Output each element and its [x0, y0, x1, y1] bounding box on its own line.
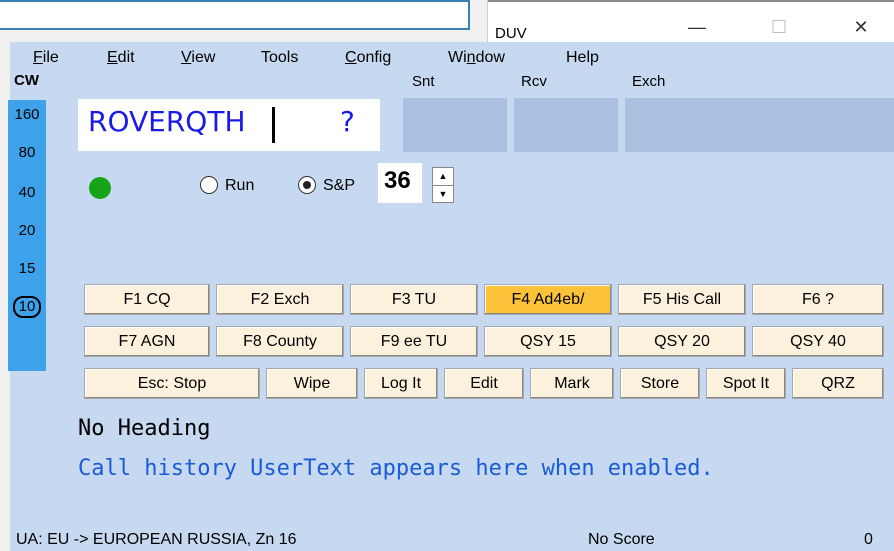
- minimize-button[interactable]: —: [674, 14, 720, 40]
- status-country: UA: EU -> EUROPEAN RUSSIA, Zn 16: [16, 531, 297, 548]
- close-button[interactable]: ✕: [838, 14, 884, 40]
- background-window: [0, 0, 487, 42]
- band-80[interactable]: 80: [8, 144, 46, 161]
- f8-button[interactable]: F8 County: [216, 326, 344, 357]
- f7-button[interactable]: F7 AGN: [84, 326, 210, 357]
- callsign-status-flag: ?: [340, 105, 355, 138]
- store-button[interactable]: Store: [620, 368, 700, 399]
- snt-label: Snt: [412, 73, 435, 90]
- text-caret: [272, 107, 275, 143]
- menu-bar: File Edit View Tools Config Window Help: [10, 42, 894, 72]
- sp-radio[interactable]: [298, 176, 316, 194]
- status-led-icon: [89, 177, 111, 199]
- run-label: Run: [225, 177, 255, 194]
- title-bar-top-edge: [488, 0, 894, 2]
- exch-field[interactable]: [625, 98, 894, 152]
- menu-file[interactable]: File: [33, 49, 59, 67]
- f6-button[interactable]: F6 ?: [752, 284, 884, 315]
- background-input-field[interactable]: [0, 0, 470, 30]
- spot-it-button[interactable]: Spot It: [706, 368, 786, 399]
- menu-window[interactable]: Window: [448, 49, 505, 67]
- mark-button[interactable]: Mark: [530, 368, 614, 399]
- callsign-value: ROVERQTH: [88, 105, 246, 138]
- menu-edit[interactable]: Edit: [107, 49, 135, 67]
- speed-spinner[interactable]: ▲ ▼: [432, 167, 454, 203]
- cw-speed-value: 36: [384, 167, 411, 194]
- band-15[interactable]: 15: [8, 260, 46, 277]
- qsy20-button[interactable]: QSY 20: [618, 326, 746, 357]
- menu-tools[interactable]: Tools: [261, 49, 298, 67]
- spin-down-icon[interactable]: ▼: [433, 186, 453, 203]
- exch-label: Exch: [632, 73, 666, 90]
- run-radio[interactable]: [200, 176, 218, 194]
- rcv-field[interactable]: [514, 98, 618, 152]
- esc-stop-button[interactable]: Esc: Stop: [84, 368, 260, 399]
- edit-button[interactable]: Edit: [444, 368, 524, 399]
- f3-button[interactable]: F3 TU: [350, 284, 478, 315]
- qrz-button[interactable]: QRZ: [792, 368, 884, 399]
- window-title: DUV: [495, 25, 527, 42]
- qsy15-button[interactable]: QSY 15: [484, 326, 612, 357]
- f9-button[interactable]: F9 ee TU: [350, 326, 478, 357]
- call-history-usertext: Call history UserText appears here when …: [78, 456, 714, 481]
- menu-view[interactable]: View: [181, 49, 215, 67]
- rcv-label: Rcv: [521, 73, 547, 90]
- log-it-button[interactable]: Log It: [364, 368, 438, 399]
- menu-config[interactable]: Config: [345, 49, 391, 67]
- heading-readout: No Heading: [78, 416, 211, 441]
- status-score: No Score: [588, 531, 655, 548]
- menu-help[interactable]: Help: [566, 49, 599, 67]
- qsy40-button[interactable]: QSY 40: [752, 326, 884, 357]
- maximize-button[interactable]: ☐: [756, 14, 802, 40]
- band-20[interactable]: 20: [8, 222, 46, 239]
- f2-button[interactable]: F2 Exch: [216, 284, 344, 315]
- f5-button[interactable]: F5 His Call: [618, 284, 746, 315]
- band-160[interactable]: 160: [8, 106, 46, 123]
- f4-button[interactable]: F4 Ad4eb/: [484, 284, 612, 315]
- sp-label: S&P: [323, 177, 356, 194]
- status-count: 0: [864, 531, 873, 548]
- spin-up-icon[interactable]: ▲: [433, 168, 453, 186]
- band-selector: 160 80 40 20 15 10: [8, 100, 46, 371]
- snt-field[interactable]: [403, 98, 507, 152]
- title-bar[interactable]: DUV — ☐ ✕: [487, 0, 894, 42]
- mode-label: CW: [14, 72, 39, 89]
- cw-speed-field[interactable]: 36: [378, 163, 422, 203]
- f1-button[interactable]: F1 CQ: [84, 284, 210, 315]
- wipe-button[interactable]: Wipe: [266, 368, 358, 399]
- callsign-input[interactable]: ROVERQTH ?: [78, 99, 380, 151]
- band-10-active[interactable]: 10: [8, 296, 46, 318]
- band-40[interactable]: 40: [8, 184, 46, 201]
